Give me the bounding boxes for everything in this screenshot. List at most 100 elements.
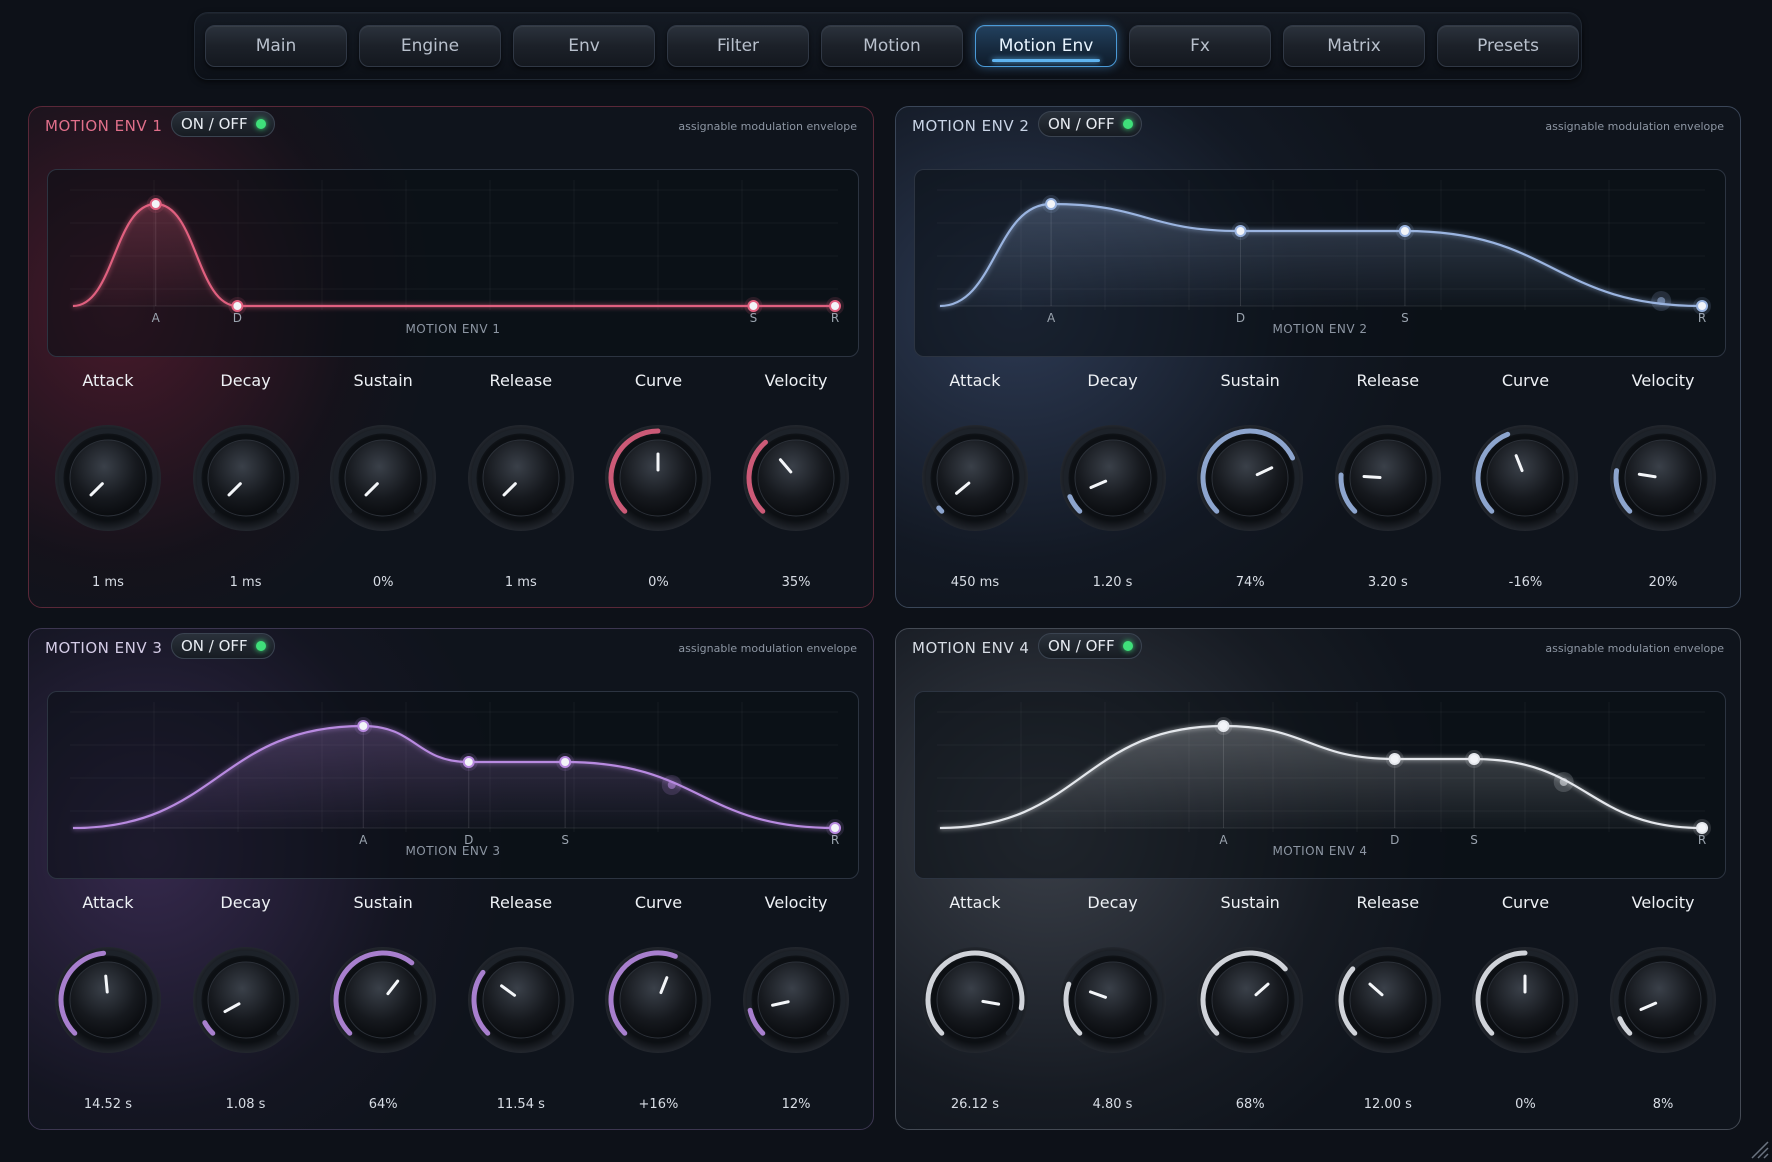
envelope-graph[interactable]: A D S R MOTION ENV 4 [914,691,1726,879]
knob-sustain[interactable] [328,423,438,533]
control-label-curve: Curve [634,371,683,390]
graph-label: MOTION ENV 3 [405,844,501,858]
envelope-node-handle [1234,225,1247,237]
on-off-toggle[interactable]: ON / OFF [1038,633,1142,659]
control-value-attack: 450 ms [950,575,1000,590]
knob-decay[interactable] [191,945,301,1055]
control-value-release: 3.20 s [1367,575,1408,590]
knob-dial-icon [743,425,850,531]
panel-title: MOTION ENV 2 [912,117,1030,135]
knob-sustain[interactable] [1195,945,1305,1055]
envelope-graph[interactable]: A D S R MOTION ENV 3 [47,691,859,879]
knob-decay[interactable] [1058,423,1168,533]
control-label-sustain: Sustain [1220,893,1280,912]
knob-velocity[interactable] [1608,945,1718,1055]
knob-attack[interactable] [920,945,1030,1055]
control-label-attack: Attack [82,371,134,390]
knob-sustain[interactable] [328,945,438,1055]
tab-presets[interactable]: Presets [1437,25,1579,67]
control-label-sustain: Sustain [353,371,413,390]
on-off-toggle[interactable]: ON / OFF [171,111,275,137]
panel-title: MOTION ENV 1 [45,117,163,135]
envelope-node-handle [559,756,572,768]
knob-dial-icon [1197,947,1304,1053]
envelope-graph[interactable]: A D S R MOTION ENV 2 [914,169,1726,357]
knob-dial-icon [1059,947,1166,1053]
control-label-velocity: Velocity [1631,371,1695,390]
knob-velocity[interactable] [1608,423,1718,533]
toggle-label: ON / OFF [181,637,248,655]
knob-dial-icon [1472,947,1579,1053]
knob-curve[interactable] [603,423,713,533]
knob-dial-icon [1334,425,1441,531]
control-value-velocity: 8% [1652,1097,1674,1112]
control-value-curve: -16% [1508,575,1543,590]
control-value-attack: 14.52 s [83,1097,132,1112]
envelope-node-handle [149,198,162,210]
control-label-curve: Curve [1501,893,1550,912]
envelope-node-handle [462,756,475,768]
knob-sustain[interactable] [1195,423,1305,533]
tab-motion[interactable]: Motion [821,25,963,67]
panel-subtitle: assignable modulation envelope [678,120,857,133]
envelope-area [72,726,836,828]
tab-main[interactable]: Main [205,25,347,67]
tab-matrix[interactable]: Matrix [1283,25,1425,67]
on-off-toggle[interactable]: ON / OFF [171,633,275,659]
panel-title: MOTION ENV 3 [45,639,163,657]
tab-label: Motion [863,36,921,56]
knob-curve[interactable] [603,945,713,1055]
envelope-node-handle [1696,822,1709,834]
tab-fx[interactable]: Fx [1129,25,1271,67]
control-label-attack: Attack [82,893,134,912]
tab-engine[interactable]: Engine [359,25,501,67]
status-led-icon [256,641,266,651]
resize-grip-icon[interactable] [1746,1136,1770,1160]
tab-filter[interactable]: Filter [667,25,809,67]
knob-release[interactable] [466,423,576,533]
knob-attack[interactable] [53,945,163,1055]
knob-curve[interactable] [1470,423,1580,533]
tab-label: Motion Env [998,36,1094,56]
control-label-decay: Decay [1087,371,1138,390]
panel-subtitle: assignable modulation envelope [1545,642,1724,655]
envelope-node-handle [829,300,842,312]
control-value-decay: 1.08 s [225,1097,266,1112]
motion-env-2-panel: MOTION ENV 2 ON / OFF assignable modulatio… [895,106,1741,608]
knob-dial-icon [743,947,850,1053]
tab-env[interactable]: Env [513,25,655,67]
tab-bar: Main Engine Env Filter Motion Motion Env… [194,12,1582,80]
envelope-node-handle [1388,753,1401,765]
knob-attack[interactable] [920,423,1030,533]
knob-velocity[interactable] [741,423,851,533]
control-label-curve: Curve [634,893,683,912]
envelope-graph[interactable]: A D S R MOTION ENV 1 [47,169,859,357]
knob-attack[interactable] [53,423,163,533]
knob-release[interactable] [1333,423,1443,533]
control-label-velocity: Velocity [1631,893,1695,912]
knob-curve[interactable] [1470,945,1580,1055]
knob-release[interactable] [1333,945,1443,1055]
knob-pointer [1362,474,1382,479]
control-label-sustain: Sustain [1220,371,1280,390]
tab-label: Engine [400,36,460,56]
tab-motion-env[interactable]: Motion Env [975,25,1117,67]
control-value-velocity: 20% [1648,575,1678,590]
status-led-icon [1123,641,1133,651]
on-off-toggle[interactable]: ON / OFF [1038,111,1142,137]
envelope-node-handle [829,822,842,834]
knob-release[interactable] [466,945,576,1055]
control-label-attack: Attack [949,371,1001,390]
control-value-attack: 1 ms [92,575,124,590]
motion-env-3-panel: MOTION ENV 3 ON / OFF assignable modulatio… [28,628,874,1130]
knob-velocity[interactable] [741,945,851,1055]
control-value-sustain: 74% [1235,575,1265,590]
control-label-velocity: Velocity [764,371,828,390]
knob-decay[interactable] [1058,945,1168,1055]
control-label-decay: Decay [1087,893,1138,912]
knob-decay[interactable] [191,423,301,533]
control-value-release: 11.54 s [496,1097,545,1112]
toggle-label: ON / OFF [181,115,248,133]
control-value-release: 1 ms [504,575,537,590]
envelope-node-handle [231,300,244,312]
